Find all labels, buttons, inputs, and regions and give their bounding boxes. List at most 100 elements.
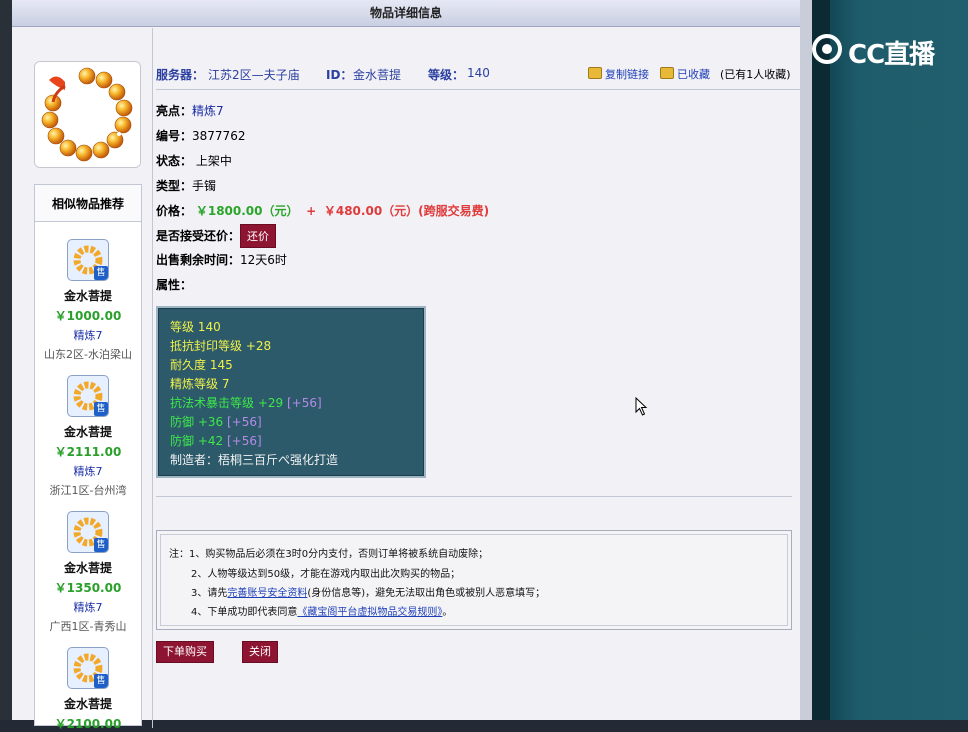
cc-logo-text: CC直播 [848,40,935,70]
copy-link-label: 复制链接 [605,68,649,81]
time-left-value: 12天6时 [240,253,287,267]
favorite-button[interactable]: 已收藏 [660,66,710,82]
note-line-4-suffix: 。 [442,607,453,618]
section-divider [156,496,792,497]
attr-defense-2-bonus: [+56] [226,434,262,448]
item-thumbnail[interactable]: 售 [67,647,109,689]
number-label: 编号： [156,129,193,143]
column-divider [152,28,153,728]
similar-item-name[interactable]: 金水菩提 [35,423,141,440]
attr-maker: 制造者：梧桐三百斤ぺ强化打造 [170,453,339,467]
stream-overlay-area [812,0,968,720]
purchase-notes: 注：1、购买物品后必须在3时0分内支付，否则订单将被系统自动废除； 2、人物等级… [156,530,792,630]
attr-defense-line-2: 防御 +42 [+56] [170,432,262,449]
attributes-row: 属性： [156,276,192,293]
type-label: 类型： [156,179,193,193]
similar-item-refine: 精炼7 [73,465,103,478]
buy-button[interactable]: 下单购买 [156,641,214,663]
similar-item-name[interactable]: 金水菩提 [35,695,141,712]
status-row: 状态： 上架中 [156,152,232,169]
note-line-1: 注：1、购买物品后必须在3时0分内支付，否则订单将被系统自动废除； [169,549,489,560]
favorite-count: (已有1人收藏) [720,68,791,81]
panel-right-border [800,0,812,720]
copy-link-button[interactable]: 复制链接 [588,66,649,82]
level-label: 等级： [428,68,465,82]
similar-item[interactable]: 售 金水菩提 ￥1350.00 精炼7 广西1区-青秀山 [35,511,141,634]
similar-item-refine: 精炼7 [73,329,103,342]
similar-item[interactable]: 售 金水菩提 ￥2111.00 精炼7 浙江1区-台州湾 [35,375,141,498]
counteroffer-button[interactable]: 还价 [240,224,277,248]
attr-level: 等级 140 [170,320,221,334]
cc-logo-icon [812,34,842,64]
similar-item-price: ￥2100.00 [54,717,122,731]
similar-item[interactable]: 售 金水菩提 ￥1000.00 精炼7 山东2区-水泊梁山 [35,239,141,362]
note-line-4: 4、下单成功即代表同意《藏宝阁平台虚拟物品交易规则》。 [191,603,452,618]
attr-defense-line-1: 防御 +36 [+56] [170,413,262,430]
id-value: 金水菩提 [353,68,402,82]
attr-crit-resist-line: 抗法术暴击等级 +29 [+56] [170,394,322,411]
highlight-label: 亮点： [156,104,193,118]
similar-item-price: ￥1000.00 [54,309,122,323]
cc-live-logo: CC直播 [812,32,942,72]
attr-seal-resist: 抵抗封印等级 +28 [170,339,272,353]
highlight-value: 精炼7 [192,104,224,118]
similar-items-sidebar: 相似物品推荐 售 金水菩提 ￥1000.00 精炼7 山东2区-水泊梁山 售 金… [34,184,142,731]
close-button[interactable]: 关闭 [242,641,278,663]
mouse-cursor-icon [635,397,648,416]
attributes-box: 等级 140 抵抗封印等级 +28 耐久度 145 精炼等级 7 抗法术暴击等级… [156,306,426,478]
attr-crit-resist: 抗法术暴击等级 +29 [170,396,284,410]
similar-item-server: 浙江1区-台州湾 [49,484,127,497]
item-thumbnail[interactable]: 售 [67,239,109,281]
attr-defense-2: 防御 +42 [170,434,224,448]
highlight-row: 亮点：精炼7 [156,102,224,119]
bead-bracelet-icon [35,62,140,167]
stream-overlay-edge [812,0,830,720]
item-image [34,61,141,168]
attr-defense-1: 防御 +36 [170,415,224,429]
copy-icon [588,67,602,79]
price-main: ￥1800.00（元） [195,204,299,218]
item-thumbnail[interactable]: 售 [67,375,109,417]
note-line-3: 3、请先完善账号安全资料(身份信息等)，避免无法取出角色或被别人恶意填写； [191,584,545,599]
security-info-link[interactable]: 完善账号安全资料 [227,588,307,599]
price-plus: + [306,204,317,218]
level-value: 140 [467,66,490,80]
item-detail-panel: 物品详细信息 相似物品推荐 售 金水菩提 ￥1000.00 精炼7 山东2区-水… [12,0,800,731]
price-fee: ￥480.00（元）(跨服交易费) [323,204,490,218]
left-edge-strip [0,0,12,720]
similar-item-server: 山东2区-水泊梁山 [44,348,132,361]
similar-item-price: ￥2111.00 [54,445,122,459]
id-label: ID： [326,68,353,82]
attr-defense-1-bonus: [+56] [226,415,262,429]
counteroffer-label: 是否接受还价： [156,229,241,243]
time-left-row: 出售剩余时间：12天6时 [156,251,287,268]
time-left-label: 出售剩余时间： [156,253,241,267]
status-value: 上架中 [195,154,232,168]
similar-item-name[interactable]: 金水菩提 [35,559,141,576]
number-value: 3877762 [192,129,246,143]
similar-item-name[interactable]: 金水菩提 [35,287,141,304]
trade-rules-link[interactable]: 《藏宝阁平台虚拟物品交易规则》 [297,607,442,618]
note-line-3-suffix: (身份信息等)，避免无法取出角色或被别人恶意填写； [307,588,546,599]
note-line-2: 2、人物等级达到50级，才能在游戏内取出此次购买的物品； [191,569,461,580]
type-value: 手镯 [192,179,217,193]
similar-item[interactable]: 售 金水菩提 ￥2100.00 [35,647,141,732]
number-row: 编号：3877762 [156,127,245,144]
type-row: 类型：手镯 [156,177,216,194]
similar-item-refine: 精炼7 [73,601,103,614]
sale-tag: 售 [94,266,108,280]
price-label: 价格： [156,204,193,218]
similar-item-price: ￥1350.00 [54,581,122,595]
server-value: 江苏2区—夫子庙 [208,68,300,82]
price-row: 价格： ￥1800.00（元） + ￥480.00（元）(跨服交易费) [156,202,489,219]
favorite-label: 已收藏 [677,68,710,81]
counteroffer-row: 是否接受还价： 还价 [156,224,277,248]
window-title: 物品详细信息 [12,0,800,27]
sale-tag: 售 [94,538,108,552]
item-thumbnail[interactable]: 售 [67,511,109,553]
sidebar-title: 相似物品推荐 [35,185,141,222]
favorite-icon [660,67,674,79]
server-label: 服务器： [156,68,205,82]
note-line-3-prefix: 3、请先 [191,588,228,599]
sale-tag: 售 [94,674,108,688]
